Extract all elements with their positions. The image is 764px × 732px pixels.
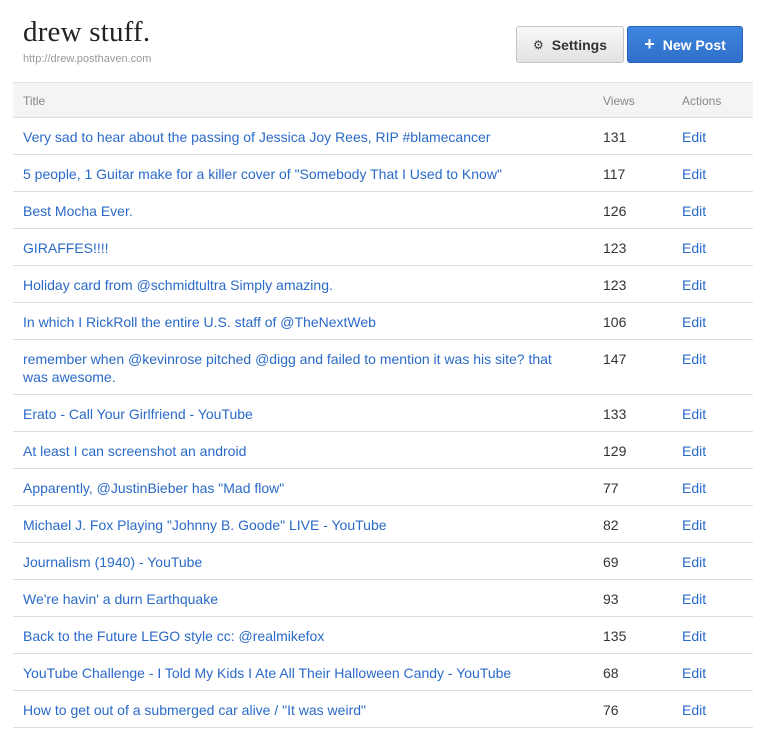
table-row: Very sad to hear about the passing of Je… bbox=[13, 118, 753, 155]
post-title-link[interactable]: Holiday card from @schmidtultra Simply a… bbox=[23, 276, 568, 294]
site-url[interactable]: http://drew.posthaven.com bbox=[23, 52, 151, 66]
plus-icon: + bbox=[644, 33, 655, 54]
post-title-link[interactable]: Back to the Future LEGO style cc: @realm… bbox=[23, 627, 568, 645]
posts-table: Title Views Actions Very sad to hear abo… bbox=[13, 82, 753, 728]
edit-link[interactable]: Edit bbox=[682, 202, 706, 220]
settings-button[interactable]: ⚙ Settings bbox=[516, 26, 624, 63]
edit-link[interactable]: Edit bbox=[682, 128, 706, 146]
edit-link[interactable]: Edit bbox=[682, 405, 706, 423]
table-header: Title Views Actions bbox=[13, 82, 753, 118]
table-row: Best Mocha Ever. 126 Edit bbox=[13, 192, 753, 229]
post-title-link[interactable]: GIRAFFES!!!! bbox=[23, 239, 568, 257]
post-views: 123 bbox=[603, 240, 627, 256]
table-row: In which I RickRoll the entire U.S. staf… bbox=[13, 303, 753, 340]
post-views: 69 bbox=[603, 554, 619, 570]
edit-link[interactable]: Edit bbox=[682, 479, 706, 497]
edit-link[interactable]: Edit bbox=[682, 313, 706, 331]
post-views: 77 bbox=[603, 480, 619, 496]
post-title-link[interactable]: Journalism (1940) - YouTube bbox=[23, 553, 568, 571]
post-views: 106 bbox=[603, 314, 627, 330]
table-row: At least I can screenshot an android 129 E… bbox=[13, 432, 753, 469]
edit-link[interactable]: Edit bbox=[682, 165, 706, 183]
table-row: Erato - Call Your Girlfriend - YouTube 13… bbox=[13, 395, 753, 432]
new-post-button[interactable]: + New Post bbox=[627, 26, 743, 63]
table-row: Journalism (1940) - YouTube 69 Edit bbox=[13, 543, 753, 580]
table-row: GIRAFFES!!!! 123 Edit bbox=[13, 229, 753, 266]
post-views: 126 bbox=[603, 203, 627, 219]
page-header: drew stuff. http://drew.posthaven.com ⚙ … bbox=[0, 0, 764, 82]
table-row: How to get out of a submerged car alive … bbox=[13, 691, 753, 728]
table-row: Holiday card from @schmidtultra Simply a… bbox=[13, 266, 753, 303]
table-row: Michael J. Fox Playing "Johnny B. Goode"… bbox=[13, 506, 753, 543]
post-title-link[interactable]: remember when @kevinrose pitched @digg a… bbox=[23, 350, 568, 386]
post-views: 68 bbox=[603, 665, 619, 681]
table-row: Apparently, @JustinBieber has "Mad flow"… bbox=[13, 469, 753, 506]
post-views: 129 bbox=[603, 443, 627, 459]
post-title-link[interactable]: How to get out of a submerged car alive … bbox=[23, 701, 568, 719]
column-header-actions: Actions bbox=[682, 94, 722, 108]
post-views: 133 bbox=[603, 406, 627, 422]
post-title-link[interactable]: Michael J. Fox Playing "Johnny B. Goode"… bbox=[23, 516, 568, 534]
post-title-link[interactable]: We're havin' a durn Earthquake bbox=[23, 590, 568, 608]
post-title-link[interactable]: In which I RickRoll the entire U.S. staf… bbox=[23, 313, 568, 331]
table-row: remember when @kevinrose pitched @digg a… bbox=[13, 340, 753, 395]
edit-link[interactable]: Edit bbox=[682, 350, 706, 368]
post-title-link[interactable]: Erato - Call Your Girlfriend - YouTube bbox=[23, 405, 568, 423]
post-title-link[interactable]: YouTube Challenge - I Told My Kids I Ate… bbox=[23, 664, 568, 682]
table-row: 5 people, 1 Guitar make for a killer cov… bbox=[13, 155, 753, 192]
edit-link[interactable]: Edit bbox=[682, 664, 706, 682]
post-views: 76 bbox=[603, 702, 619, 718]
post-views: 123 bbox=[603, 277, 627, 293]
edit-link[interactable]: Edit bbox=[682, 553, 706, 571]
column-header-title: Title bbox=[23, 94, 46, 108]
post-views: 147 bbox=[603, 351, 627, 367]
edit-link[interactable]: Edit bbox=[682, 239, 706, 257]
edit-link[interactable]: Edit bbox=[682, 627, 706, 645]
table-row: Back to the Future LEGO style cc: @realm… bbox=[13, 617, 753, 654]
post-views: 117 bbox=[603, 166, 626, 182]
edit-link[interactable]: Edit bbox=[682, 590, 706, 608]
edit-link[interactable]: Edit bbox=[682, 516, 706, 534]
settings-button-label: Settings bbox=[551, 36, 607, 53]
post-views: 93 bbox=[603, 591, 619, 607]
column-header-views: Views bbox=[603, 94, 635, 108]
post-views: 131 bbox=[603, 129, 627, 145]
post-views: 82 bbox=[603, 517, 619, 533]
edit-link[interactable]: Edit bbox=[682, 442, 706, 460]
edit-link[interactable]: Edit bbox=[682, 276, 706, 294]
post-views: 135 bbox=[603, 628, 627, 644]
site-title[interactable]: drew stuff. bbox=[23, 14, 150, 50]
edit-link[interactable]: Edit bbox=[682, 701, 706, 719]
table-row: We're havin' a durn Earthquake 93 Edit bbox=[13, 580, 753, 617]
table-body: Very sad to hear about the passing of Je… bbox=[13, 118, 753, 728]
post-title-link[interactable]: Very sad to hear about the passing of Je… bbox=[23, 128, 568, 146]
gear-icon: ⚙ bbox=[533, 37, 544, 52]
post-title-link[interactable]: At least I can screenshot an android bbox=[23, 442, 568, 460]
post-title-link[interactable]: 5 people, 1 Guitar make for a killer cov… bbox=[23, 165, 568, 183]
table-row: YouTube Challenge - I Told My Kids I Ate… bbox=[13, 654, 753, 691]
new-post-button-label: New Post bbox=[662, 36, 726, 53]
post-title-link[interactable]: Apparently, @JustinBieber has "Mad flow" bbox=[23, 479, 568, 497]
post-title-link[interactable]: Best Mocha Ever. bbox=[23, 202, 568, 220]
